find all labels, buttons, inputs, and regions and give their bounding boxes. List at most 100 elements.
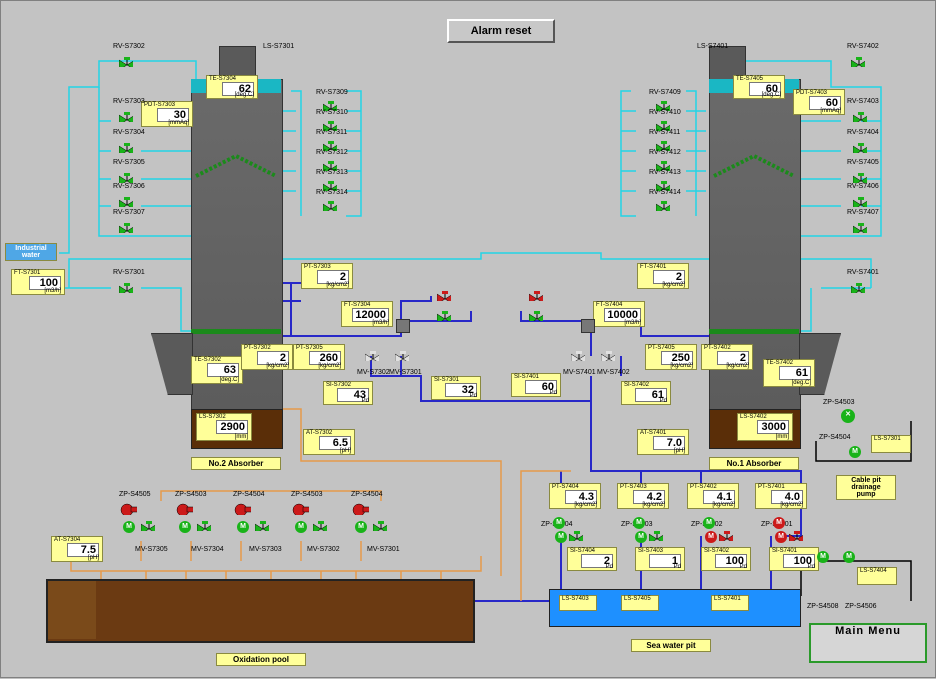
rv-s7304-valve-icon[interactable] [119, 143, 133, 153]
zp-s4508-motor-icon[interactable]: M [817, 551, 829, 563]
rv-s7416-valve-icon[interactable] [529, 311, 543, 321]
mixer-left-icon [396, 319, 410, 333]
sw-pump-4-motor-icon[interactable]: M [773, 517, 785, 529]
panel-unit: [m3/h] [624, 320, 641, 326]
rv-s7302-valve-icon[interactable] [119, 57, 133, 67]
panel-unit: Pd [739, 564, 747, 570]
panel-pt-s7402-a: PT-S7402 4.1 [kg/cm2] [687, 483, 739, 509]
panel-unit: [kg/cm2] [662, 282, 685, 288]
blower-1-valve-icon[interactable] [141, 521, 155, 531]
tag-rv-s7404: RV-S7404 [847, 129, 879, 136]
panel-value: 63 [207, 363, 239, 377]
rv-s7414-valve-icon[interactable] [656, 201, 670, 211]
cable-pit-motor-icon[interactable]: M [849, 446, 861, 458]
rv-s7307-valve-icon[interactable] [119, 223, 133, 233]
panel-pdt-s7303: PDT-S7303 30 [mmAq] [141, 101, 193, 127]
blower-5-motor-icon[interactable]: M [355, 521, 367, 533]
sw-pump-1-icon[interactable]: M [555, 531, 567, 543]
rv-s7404-valve-icon[interactable] [853, 143, 867, 153]
rv-s7303-valve-icon[interactable] [119, 112, 133, 122]
panel-unit: [kg/cm2] [712, 502, 735, 508]
blower-3-icon[interactable] [233, 501, 251, 515]
blower-1-icon[interactable] [119, 501, 137, 515]
panel-si-s7401: SI-S7401 60 Pd [511, 373, 561, 397]
panel-ls-s7404: LS-S7404 [857, 567, 897, 585]
tag-rv-s7410: RV-S7410 [649, 109, 681, 116]
cable-pit-pump-icon[interactable]: ✕ [841, 409, 855, 423]
sw-pump-2-motor-icon[interactable]: M [633, 517, 645, 529]
blower-2-valve-icon[interactable] [197, 521, 211, 531]
tag-rv-s7403: RV-S7403 [847, 98, 879, 105]
blower-1-motor-icon[interactable]: M [123, 521, 135, 533]
zp-s4506-motor-icon[interactable]: M [843, 551, 855, 563]
sw-pump-3-valve-icon[interactable] [719, 531, 733, 541]
sw-pump-4-valve-icon[interactable] [789, 531, 803, 541]
sw-pump-1-valve-icon[interactable] [569, 531, 583, 541]
rv-s7305-valve-icon[interactable] [119, 173, 133, 183]
blower-4-motor-icon[interactable]: M [295, 521, 307, 533]
blower-4-icon[interactable] [291, 501, 309, 515]
hmi-screen: Alarm reset Main Menu Industrial water N… [0, 0, 936, 678]
sw-pump-3-icon[interactable]: M [705, 531, 717, 543]
rv-s7405-valve-icon[interactable] [853, 173, 867, 183]
alarm-reset-button[interactable]: Alarm reset [447, 19, 555, 43]
panel-unit: [pH] [339, 448, 351, 454]
panel-tag: LS-S7401 [714, 596, 741, 602]
tag-zp-s4505: ZP-S4505 [119, 491, 151, 498]
panel-unit: [deg.C] [791, 380, 811, 386]
rv-s7406-valve-icon[interactable] [853, 197, 867, 207]
sw-pump-1-motor-icon[interactable]: M [553, 517, 565, 529]
rv-s7316-valve-icon[interactable] [437, 311, 451, 321]
sw-pump-2-icon[interactable]: M [635, 531, 647, 543]
main-menu-button[interactable]: Main Menu [809, 623, 927, 663]
tag-rv-s7412: RV-S7412 [649, 149, 681, 156]
panel-tag: LS-S7301 [874, 436, 901, 442]
sw-pump-2-valve-icon[interactable] [649, 531, 663, 541]
sw-pump-3-motor-icon[interactable]: M [703, 517, 715, 529]
panel-unit: [kg/cm2] [670, 363, 693, 369]
rv-s7301-valve-icon[interactable] [119, 283, 133, 293]
panel-unit: [kg/cm2] [318, 363, 341, 369]
mv-s7402-valve-icon[interactable] [601, 351, 615, 361]
blower-4-valve-icon[interactable] [313, 521, 327, 531]
panel-ft-s7301: FT-S7301 100 [m3/h] [11, 269, 65, 295]
mv-s7301-valve-icon[interactable] [395, 351, 409, 361]
panel-pt-s7302: PT-S7302 2 [kg/cm2] [241, 344, 293, 370]
panel-unit: Pd [469, 393, 477, 399]
blower-3-valve-icon[interactable] [255, 521, 269, 531]
tag-rv-s7303: RV-S7303 [113, 98, 145, 105]
panel-unit: [m3/h] [372, 320, 389, 326]
rv-s7407-valve-icon[interactable] [853, 223, 867, 233]
panel-unit: [mmAq] [168, 120, 189, 126]
blower-3-motor-icon[interactable]: M [237, 521, 249, 533]
blower-5-icon[interactable] [351, 501, 369, 515]
tag-rv-s7402: RV-S7402 [847, 43, 879, 50]
rv-s7403-valve-icon[interactable] [853, 112, 867, 122]
blower-2-icon[interactable] [175, 501, 193, 515]
panel-unit: Pd [549, 390, 557, 396]
rv-s7413-red-valve-icon[interactable] [529, 291, 543, 301]
mv-s7302-valve-icon[interactable] [365, 351, 379, 361]
panel-unit: [deg.C] [219, 377, 239, 383]
blower-2-motor-icon[interactable]: M [179, 521, 191, 533]
panel-si-s7401b: SI-S7401 100 Pd [769, 547, 819, 571]
sw-pump-4-icon[interactable]: M [775, 531, 787, 543]
rv-s7306-valve-icon[interactable] [119, 197, 133, 207]
panel-unit: [mm] [775, 434, 789, 440]
panel-unit: [deg.C] [234, 92, 254, 98]
panel-si-s7402b: SI-S7402 100 Pd [701, 547, 751, 571]
panel-unit: Pd [659, 398, 667, 404]
panel-at-s7401: AT-S7401 7.0 [pH] [637, 429, 689, 455]
rv-s7402-valve-icon[interactable] [851, 57, 865, 67]
panel-te-s7402: TE-S7402 61 [deg.C] [763, 359, 815, 387]
blower-5-valve-icon[interactable] [373, 521, 387, 531]
panel-ls-s7405: LS-S7405 [621, 595, 659, 611]
panel-ls-s7403: LS-S7403 [559, 595, 597, 611]
rv-s7313-red-valve-icon[interactable] [437, 291, 451, 301]
panel-ft-s7401: FT-S7401 2 [kg/cm2] [637, 263, 689, 289]
no2-absorber-label: No.2 Absorber [191, 457, 281, 470]
rv-s7401-valve-icon[interactable] [851, 283, 865, 293]
rv-s7314-valve-icon[interactable] [323, 201, 337, 211]
mv-s7401-valve-icon[interactable] [571, 351, 585, 361]
no1-absorber-label: No.1 Absorber [709, 457, 799, 470]
